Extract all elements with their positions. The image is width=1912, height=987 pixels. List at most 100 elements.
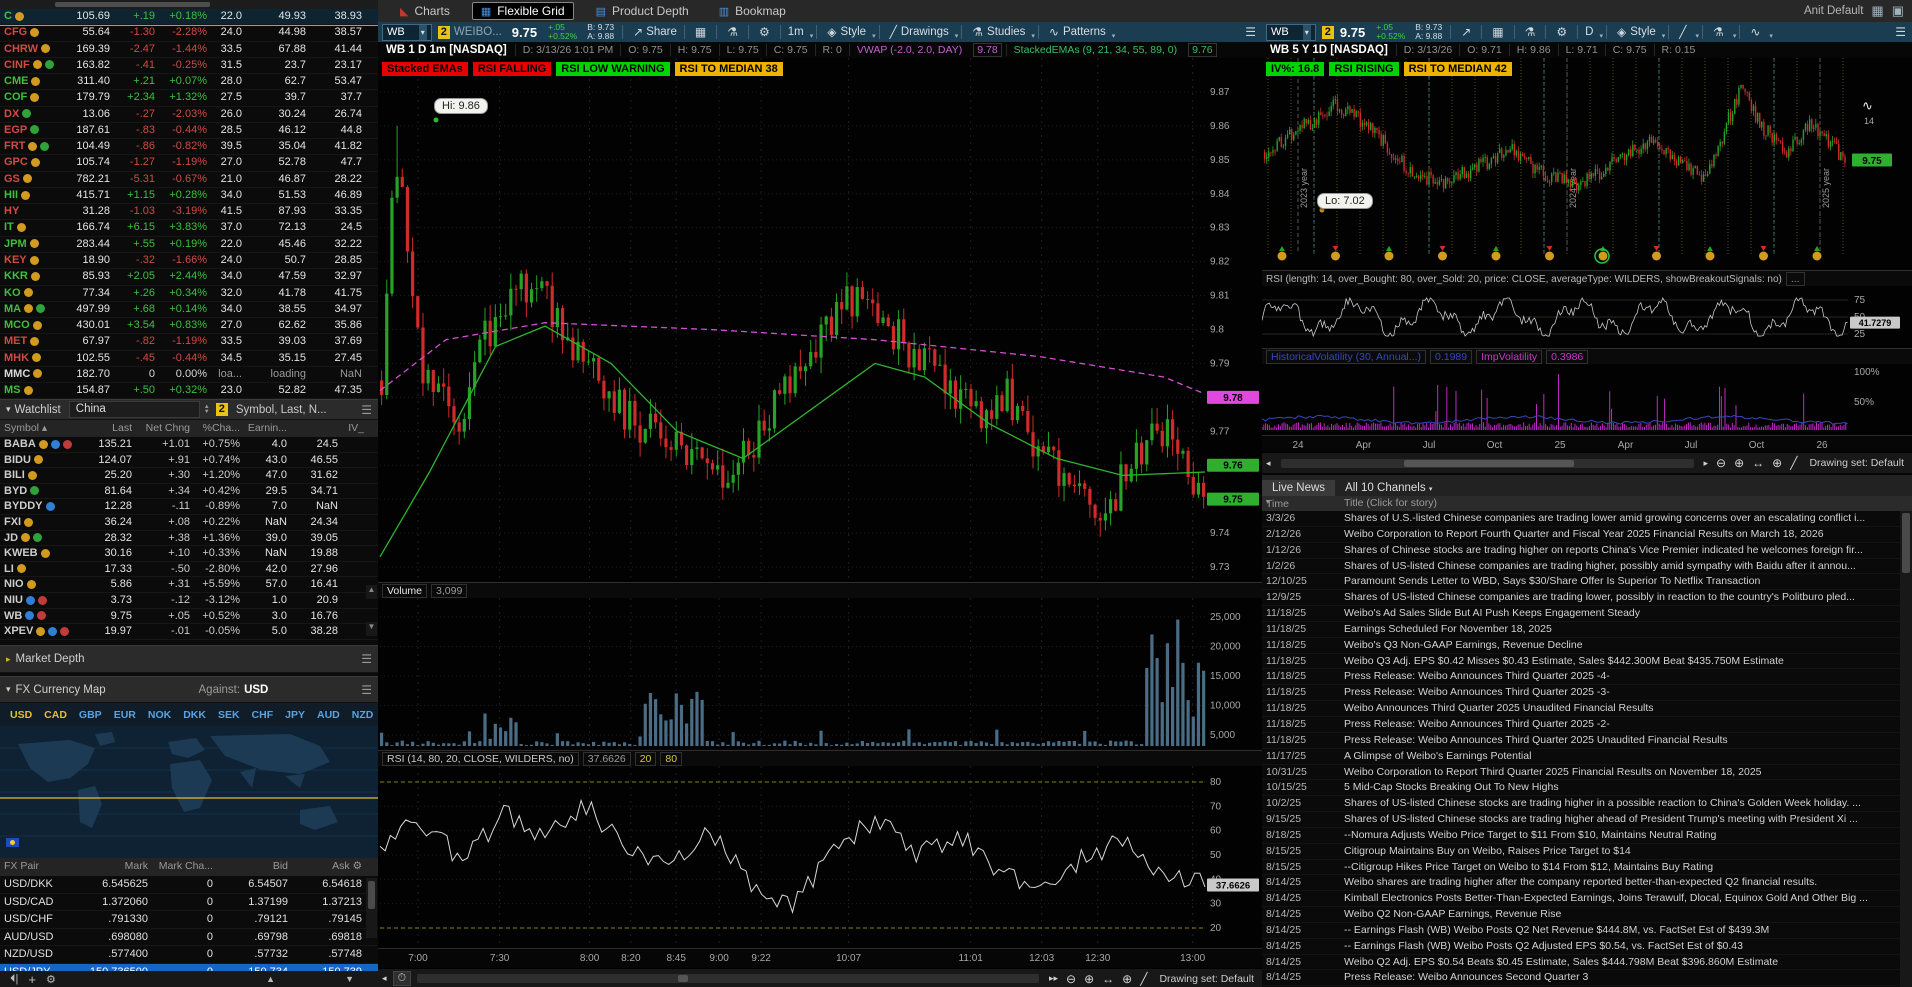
- watchlist-row[interactable]: KKR85.93+2.05+2.44%34.047.5932.97: [0, 269, 378, 285]
- rsi-chart[interactable]: 8070605040302037.6626: [378, 766, 1262, 948]
- watchlist-column-headers[interactable]: Symbol ▴LastNet Chng%Cha...Earnin...IV_: [0, 420, 378, 437]
- news-row[interactable]: 3/3/26Shares of U.S.-listed Chinese comp…: [1262, 511, 1912, 527]
- fx-column-header[interactable]: Ask ⚙: [332, 860, 362, 872]
- column-header[interactable]: Last: [112, 422, 132, 434]
- draw-icon[interactable]: ╱: [1790, 456, 1797, 470]
- gear-icon[interactable]: ⚙: [1556, 25, 1567, 39]
- news-row[interactable]: 11/18/25Weibo Q3 Adj. EPS $0.42 Misses $…: [1262, 654, 1912, 670]
- watchlist-top-scrollbar[interactable]: [0, 0, 378, 9]
- fx-row[interactable]: AUD/USD.6980800.69798.69818: [0, 929, 378, 947]
- china-row[interactable]: JD28.32+.38+1.36%39.039.05: [0, 531, 378, 547]
- currency-tab-jpy[interactable]: JPY: [285, 709, 305, 721]
- patterns-icon[interactable]: ∿: [1750, 25, 1760, 39]
- studies-icon[interactable]: ⚗: [1713, 25, 1724, 39]
- share-button[interactable]: Share: [646, 26, 677, 38]
- zoom-out-icon[interactable]: ⊖: [1716, 456, 1726, 470]
- watchlist-section-header[interactable]: ▾ Watchlist China ▲▼ 2 Symbol, Last, N..…: [0, 399, 378, 420]
- news-scrollbar[interactable]: [1900, 511, 1912, 987]
- watchlist-row[interactable]: MHK102.55-.45-0.44%34.535.1527.45: [0, 351, 378, 367]
- news-row[interactable]: 1/2/26Shares of US-listed Chinese compan…: [1262, 559, 1912, 575]
- news-row[interactable]: 11/18/25Press Release: Weibo Announces T…: [1262, 685, 1912, 701]
- news-row[interactable]: 8/18/25--Nomura Adjusts Weibo Price Targ…: [1262, 828, 1912, 844]
- drawing-set-label[interactable]: Drawing set: Default: [1809, 457, 1904, 469]
- watchlist-row[interactable]: IT166.74+6.15+3.83%37.072.1324.5: [0, 220, 378, 236]
- drawing-set-label[interactable]: Drawing set: Default: [1159, 973, 1254, 985]
- fx-row[interactable]: USD/CHF.7913300.79121.79145: [0, 911, 378, 929]
- drawings-button[interactable]: Drawings: [901, 26, 949, 38]
- link-badge[interactable]: 2: [216, 403, 228, 416]
- menu-icon[interactable]: ☰: [361, 683, 372, 697]
- zoom-out-icon[interactable]: ⊖: [1066, 972, 1076, 986]
- right-arrow-icon[interactable]: ▸▸: [1049, 973, 1058, 984]
- ema-study-label[interactable]: StackedEMAs (9, 21, 34, 55, 89, 0): [1006, 44, 1184, 56]
- news-row[interactable]: 8/15/25--Citigroup Hikes Price Target on…: [1262, 860, 1912, 876]
- china-row[interactable]: BABA135.21+1.01+0.75%4.024.5: [0, 437, 378, 453]
- share-icon[interactable]: ↗: [1461, 25, 1471, 39]
- china-row[interactable]: FXI36.24+.08+0.22%NaN24.34: [0, 515, 378, 531]
- watchlist-row[interactable]: FRT104.49-.86-0.82%39.535.0441.82: [0, 139, 378, 155]
- currency-tab-usd[interactable]: USD: [10, 709, 32, 721]
- draw-icon[interactable]: ╱: [1140, 972, 1147, 986]
- news-row[interactable]: 8/14/25Press Release: Weibo Announces Se…: [1262, 970, 1912, 986]
- symbol-input[interactable]: WB▾: [1266, 24, 1316, 41]
- crosshair-icon[interactable]: ⊕: [1122, 972, 1132, 986]
- news-row[interactable]: 10/15/255 Mid-Cap Stocks Breaking Out To…: [1262, 780, 1912, 796]
- news-row[interactable]: 8/14/25Kimball Electronics Posts Better-…: [1262, 891, 1912, 907]
- flask-icon[interactable]: ⚗: [727, 25, 738, 39]
- fx-column-header[interactable]: FX Pair: [4, 860, 39, 872]
- scroll-down-arrow[interactable]: ▼: [366, 622, 377, 636]
- workspace-label[interactable]: Anit Default: [1804, 5, 1863, 17]
- right-rsi-chart[interactable]: 75502541.7279: [1262, 286, 1912, 348]
- currency-tab-sek[interactable]: SEK: [218, 709, 240, 721]
- news-row[interactable]: 10/2/25Shares of US-listed Chinese stock…: [1262, 796, 1912, 812]
- iv-study-label[interactable]: ImpVolatility: [1476, 350, 1542, 364]
- china-row[interactable]: BYD81.64+.34+0.42%29.534.71: [0, 484, 378, 500]
- column-header[interactable]: Earnin...: [248, 422, 287, 434]
- sort-up-icon[interactable]: ▲: [266, 974, 275, 984]
- china-row[interactable]: KWEB30.16+.10+0.33%NaN19.88: [0, 546, 378, 562]
- currency-tab-chf[interactable]: CHF: [252, 709, 274, 721]
- expand-icon[interactable]: ↔: [1102, 972, 1114, 986]
- currency-tab-aud[interactable]: AUD: [317, 709, 340, 721]
- news-row[interactable]: 9/15/25Shares of US-listed Chinese stock…: [1262, 812, 1912, 828]
- news-row[interactable]: 11/18/25Weibo Announces Third Quarter 20…: [1262, 701, 1912, 717]
- list-icon[interactable]: ☰: [1245, 25, 1256, 39]
- market-depth-section[interactable]: ▸ Market Depth ☰: [0, 645, 378, 673]
- watchlist-row[interactable]: HII415.71+1.15+0.28%34.051.5346.89: [0, 188, 378, 204]
- right-rsi-header[interactable]: RSI (length: 14, over_Bought: 80, over_S…: [1262, 270, 1912, 287]
- news-row[interactable]: 11/18/25Weibo's Ad Sales Slide But AI Pu…: [1262, 606, 1912, 622]
- fx-column-header[interactable]: Mark: [125, 860, 148, 872]
- watchlist-row[interactable]: MMC182.7000.00%loa...loadingNaN: [0, 367, 378, 383]
- fx-row[interactable]: USD/CAD1.37206001.371991.37213: [0, 894, 378, 912]
- news-row[interactable]: 1/12/26Shares of Chinese stocks are trad…: [1262, 543, 1912, 559]
- china-row[interactable]: NIU3.73-.12-3.12%1.020.9: [0, 593, 378, 609]
- watchlist-row[interactable]: JPM283.44+.55+0.19%22.045.4632.22: [0, 237, 378, 253]
- news-row[interactable]: 8/14/25Weibo shares are trading higher a…: [1262, 875, 1912, 891]
- watchlist-row[interactable]: KEY18.90-.32-1.66%24.050.728.85: [0, 253, 378, 269]
- watchlist-row[interactable]: CFG55.64-1.30-2.28%24.044.9838.57: [0, 25, 378, 41]
- share-icon[interactable]: ↗: [633, 25, 643, 39]
- main-candle-chart[interactable]: 9.879.869.859.849.839.829.819.89.799.789…: [378, 58, 1262, 582]
- flask-icon[interactable]: ⚗: [1525, 25, 1536, 39]
- volume-chart[interactable]: 25,00020,00015,00010,0005,000: [378, 598, 1262, 748]
- currency-tab-nok[interactable]: NOK: [148, 709, 171, 721]
- news-row[interactable]: 11/18/25Press Release: Weibo Announces T…: [1262, 733, 1912, 749]
- panel-icon[interactable]: ▣: [1892, 3, 1904, 19]
- grid-layout-icon[interactable]: ▦: [1871, 3, 1883, 19]
- fx-column-header[interactable]: Mark Cha...: [159, 860, 213, 872]
- watchlist-row[interactable]: GS782.21-5.31-0.67%21.046.8728.22: [0, 172, 378, 188]
- china-row[interactable]: BIDU124.07+.91+0.74%43.046.55: [0, 453, 378, 469]
- currency-tab-gbp[interactable]: GBP: [79, 709, 102, 721]
- tab-flexible-grid[interactable]: ▦Flexible Grid: [472, 2, 574, 20]
- china-row[interactable]: LI17.33-.50-2.80%42.027.96: [0, 562, 378, 578]
- right-arrow-icon[interactable]: ▸: [1704, 458, 1709, 469]
- style-button[interactable]: Style: [1630, 26, 1656, 38]
- column-header[interactable]: %Cha...: [203, 422, 240, 434]
- news-row[interactable]: 11/18/25Press Release: Weibo Announces T…: [1262, 669, 1912, 685]
- watchlist-row[interactable]: EGP187.61-.83-0.44%28.546.1244.8: [0, 123, 378, 139]
- watchlist-row[interactable]: COF179.79+2.34+1.32%27.539.737.7: [0, 90, 378, 106]
- drawings-icon[interactable]: ╱: [1679, 25, 1686, 39]
- volatility-chart[interactable]: 100%50%: [1262, 364, 1912, 435]
- symbol-input[interactable]: WB▾: [382, 24, 432, 41]
- studies-button[interactable]: Studies: [987, 26, 1025, 38]
